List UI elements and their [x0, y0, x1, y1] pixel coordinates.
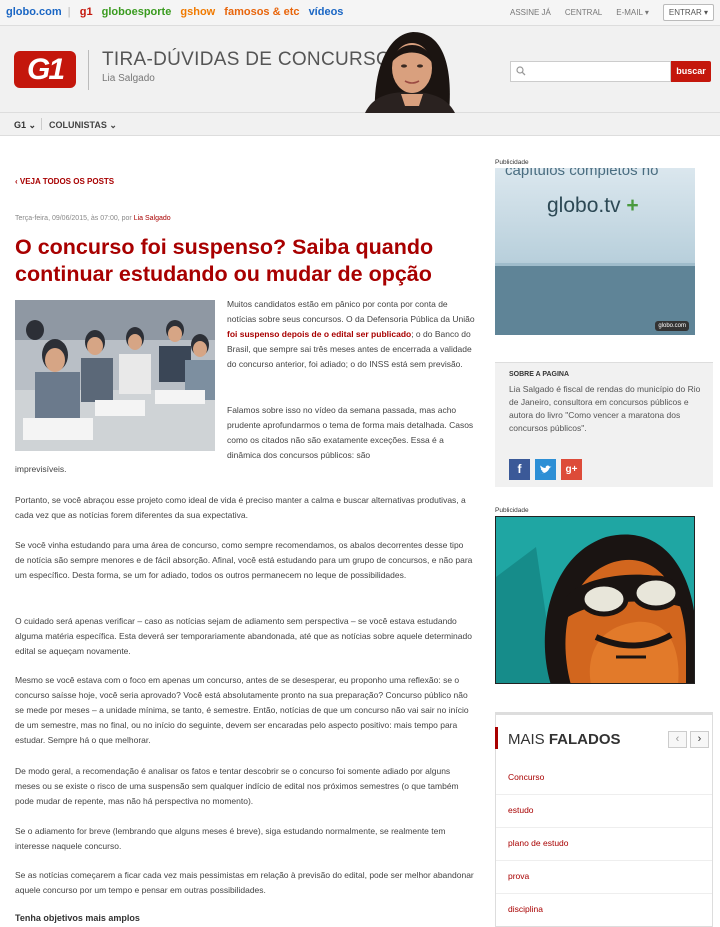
suspended-contest-link[interactable]: foi suspenso depois de o edital ser publ…	[227, 329, 411, 339]
post-paragraph-5: O cuidado será apenas verificar – caso a…	[15, 616, 472, 656]
tag-divider	[496, 794, 712, 795]
tag-divider	[496, 860, 712, 861]
most-talked-widget: MAIS FALADOS ‹ › Concurso estudo plano d…	[495, 712, 713, 927]
login-label: ENTRAR	[668, 8, 702, 17]
post-subheading: Tenha objetivos mais amplos	[15, 913, 140, 923]
post-paragraph-3: Portanto, se você abraçou esse projeto c…	[15, 495, 466, 520]
chevron-down-icon: ⌄	[28, 120, 37, 130]
email-menu[interactable]: E-MAIL ▾	[616, 8, 649, 17]
header-divider	[88, 50, 89, 90]
brand-link-gshow[interactable]: gshow	[180, 6, 215, 18]
post-paragraph-2-end: imprevisíveis.	[15, 464, 67, 474]
post-paragraph-7: De modo geral, a recomendação é analisar…	[15, 766, 459, 806]
brand-link-videos[interactable]: vídeos	[309, 6, 344, 18]
globotv-ad[interactable]: capítulos completos no globo.tv + globo.…	[495, 168, 695, 335]
accent-bar	[495, 727, 498, 749]
next-arrow-icon[interactable]: ›	[690, 731, 709, 748]
blog-author: Lia Salgado	[102, 73, 155, 84]
brand-link-g1[interactable]: g1	[80, 6, 93, 18]
author-portrait	[365, 32, 455, 113]
prev-arrow-icon[interactable]: ‹	[668, 731, 687, 748]
login-button[interactable]: ENTRAR ▾	[662, 4, 714, 21]
ad-headline: capítulos completos no	[505, 168, 659, 179]
search-button[interactable]: buscar	[671, 61, 711, 82]
chevron-down-icon: ▾	[644, 8, 649, 17]
chevron-down-icon: ▾	[703, 8, 708, 17]
tag-link[interactable]: prova	[508, 871, 529, 881]
tag-link[interactable]: plano de estudo	[508, 838, 569, 848]
tag-divider	[496, 893, 712, 894]
title-bold: FALADOS	[548, 731, 621, 748]
post-paragraph-8: Se o adiamento for breve (lembrando que …	[15, 826, 446, 851]
paragraph-text: Muitos candidatos estão em pânico por co…	[227, 299, 475, 324]
post-paragraph-1: Muitos candidatos estão em pânico por co…	[227, 297, 475, 372]
post-paragraph-9: Se as notícias começarem a ficar cada ve…	[15, 870, 474, 895]
aviator-illustration	[496, 517, 694, 683]
brand-links: globo.com | g1 globoesporte gshow famosos…	[6, 6, 349, 18]
post-paragraph-6: Mesmo se você estava com o foco em apena…	[15, 675, 469, 745]
ad-label: Publicidade	[495, 159, 529, 166]
post-paragraph-2: Falamos sobre isso no vídeo da semana pa…	[227, 405, 474, 460]
brand-link-globo[interactable]: globo.com	[6, 6, 62, 18]
chevron-down-icon: ⌄	[109, 120, 117, 130]
search-icon	[516, 66, 526, 76]
facebook-icon[interactable]: f	[509, 459, 530, 480]
g1-menu-label: G1	[14, 120, 27, 130]
globotv-logo-text: globo.tv	[547, 194, 621, 217]
brand-separator: |	[67, 6, 71, 18]
post-meta: Terça-feira, 09/06/2015, às 07:00, por L…	[15, 215, 171, 222]
colunistas-menu[interactable]: COLUNISTAS ⌄	[49, 120, 117, 131]
search-input[interactable]	[510, 61, 671, 82]
tag-link[interactable]: estudo	[508, 805, 534, 815]
widget-title: MAIS FALADOS	[508, 731, 621, 748]
back-to-posts-link[interactable]: ‹ VEJA TODOS OS POSTS	[15, 177, 114, 186]
post-date: Terça-feira, 09/06/2015, às 07:00, por	[15, 215, 134, 222]
global-top-bar: globo.com | g1 globoesporte gshow famosos…	[0, 0, 720, 26]
illustrated-ad[interactable]	[495, 516, 695, 684]
about-page-box: SOBRE A PAGINA Lia Salgado é fiscal de r…	[495, 362, 713, 487]
about-heading: SOBRE A PAGINA	[509, 371, 570, 378]
g1-logo[interactable]: G1	[14, 51, 76, 88]
tag-link[interactable]: Concurso	[508, 772, 544, 782]
g1-menu[interactable]: G1 ⌄	[14, 120, 36, 131]
post-paragraph-4: Se você vinha estudando para uma área de…	[15, 540, 473, 580]
assine-link[interactable]: ASSINE JÁ	[510, 8, 551, 17]
about-text: Lia Salgado é fiscal de rendas do municí…	[509, 384, 701, 433]
blog-header: G1 TIRA-DÚVIDAS DE CONCURSOS Lia Salgado…	[0, 26, 720, 113]
post-author-link[interactable]: Lia Salgado	[134, 215, 171, 222]
google-plus-icon[interactable]: g+	[561, 459, 582, 480]
brand-link-famosos[interactable]: famosos & etc	[224, 6, 299, 18]
twitter-bird-glyph	[540, 465, 552, 474]
ad-label: Publicidade	[495, 507, 529, 514]
top-bar-right: ASSINE JÁ CENTRAL E-MAIL ▾ ENTRAR ▾	[510, 4, 714, 21]
globo-badge: globo.com	[655, 321, 689, 331]
tag-link[interactable]: disciplina	[508, 904, 543, 914]
sub-navigation: G1 ⌄ COLUNISTAS ⌄	[0, 113, 720, 136]
email-label: E-MAIL	[616, 8, 643, 17]
nav-divider	[41, 118, 42, 130]
post-title: O concurso foi suspenso? Saiba quando co…	[15, 235, 434, 286]
title-light: MAIS	[508, 731, 549, 748]
twitter-icon[interactable]	[535, 459, 556, 480]
brand-link-globoesporte[interactable]: globoesporte	[102, 6, 172, 18]
globotv-logo: globo.tv +	[547, 194, 639, 218]
tag-divider	[496, 827, 712, 828]
colunistas-label: COLUNISTAS	[49, 120, 107, 130]
students-exam-photo	[15, 300, 215, 451]
central-link[interactable]: CENTRAL	[565, 8, 602, 17]
plus-icon: +	[626, 194, 639, 217]
